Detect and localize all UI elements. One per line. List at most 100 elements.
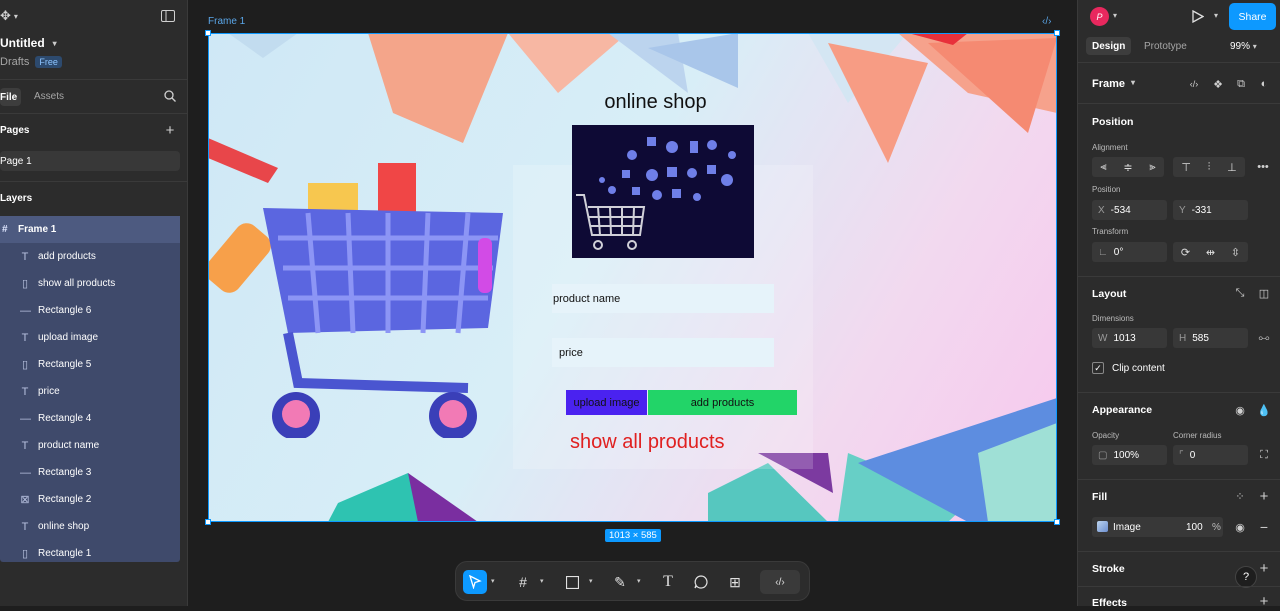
flip-vertical-icon[interactable]: ⇳ (1231, 246, 1240, 259)
project-name[interactable]: Drafts (0, 56, 29, 68)
collapse-icon[interactable]: ⤡ (1230, 283, 1250, 303)
present-play-icon[interactable] (1188, 6, 1208, 26)
resize-handle-bl[interactable] (205, 519, 211, 525)
component-icon[interactable]: ❖ (1208, 74, 1228, 94)
layer-item[interactable]: ▯ Rectangle 5 (0, 351, 180, 378)
page-item-page-1[interactable]: Page 1 (0, 151, 180, 171)
layer-label: Rectangle 4 (38, 413, 92, 424)
tab-prototype[interactable]: Prototype (1144, 41, 1187, 52)
toggle-sidebar-icon[interactable] (158, 6, 178, 26)
show-all-products-link[interactable]: show all products (570, 431, 725, 454)
search-icon[interactable] (160, 86, 180, 106)
layer-item[interactable]: ▯ show all products (0, 270, 180, 297)
actions-tool-icon[interactable]: ⊞ (723, 570, 747, 594)
opacity-field[interactable]: ▢ 100% (1092, 445, 1167, 465)
move-tool-icon[interactable] (463, 570, 487, 594)
add-stroke-icon[interactable]: + (1254, 558, 1274, 578)
product-name-input[interactable]: product name (552, 284, 774, 313)
align-bottom-icon[interactable]: ⊥ (1227, 161, 1237, 174)
h-value: 585 (1192, 332, 1209, 344)
add-fill-icon[interactable]: + (1254, 486, 1274, 506)
boolean-icon[interactable]: ⧉ (1231, 74, 1251, 94)
chevron-down-icon[interactable]: ▾ (589, 577, 593, 585)
styles-icon[interactable]: ⁘ (1230, 486, 1250, 506)
height-field[interactable]: H 585 (1173, 328, 1248, 348)
layer-item[interactable]: — Rectangle 4 (0, 405, 180, 432)
main-menu-button[interactable]: ✥ ▾ (0, 8, 18, 24)
frame-icon: # (2, 224, 8, 235)
layer-item[interactable]: — Rectangle 3 (0, 459, 180, 486)
layer-item[interactable]: Tupload image (0, 324, 180, 351)
frame-label[interactable]: Frame 1 (208, 16, 245, 27)
add-page-icon[interactable]: + (160, 120, 180, 140)
layer-item[interactable]: ⊠ Rectangle 2 (0, 486, 180, 513)
share-button[interactable]: Share (1229, 3, 1276, 30)
upload-image-button[interactable]: upload image (566, 390, 647, 415)
width-field[interactable]: W 1013 (1092, 328, 1167, 348)
independent-corners-icon[interactable]: ⛶ (1254, 445, 1274, 465)
code-icon[interactable]: ‹/› (1042, 16, 1051, 27)
clip-content-checkbox[interactable]: ✓ (1092, 362, 1104, 374)
align-top-icon[interactable]: ⊤ (1181, 161, 1191, 174)
rotation-field[interactable]: ∟ 0° (1092, 242, 1167, 262)
text-tool-icon[interactable]: T (656, 570, 680, 594)
corner-radius-field[interactable]: ⌜ 0 (1173, 445, 1248, 465)
layer-label: online shop (38, 521, 90, 532)
auto-layout-icon[interactable]: ◫ (1254, 283, 1274, 303)
layer-item[interactable]: ▯ Rectangle 1 (0, 540, 180, 567)
fill-row[interactable] (1092, 517, 1223, 537)
layer-item[interactable]: Tadd products (0, 243, 180, 270)
flip-horizontal-icon[interactable]: ⇹ (1206, 246, 1215, 259)
avatar[interactable]: P (1090, 7, 1109, 26)
align-center-h-icon[interactable]: ≑ (1123, 161, 1132, 174)
align-right-icon[interactable]: ⫸ (1149, 161, 1155, 174)
rectangle-tool-icon[interactable] (560, 570, 584, 594)
mask-icon[interactable]: ◐ (1254, 74, 1274, 94)
chevron-down-icon[interactable]: ▾ (1113, 11, 1117, 20)
h-key: H (1179, 332, 1187, 344)
frame-tool-icon[interactable]: # (511, 570, 535, 594)
fill-opacity[interactable]: 100 (1186, 522, 1203, 533)
design-frame[interactable]: online shop product name price upload im… (208, 33, 1057, 522)
price-input[interactable]: price (552, 338, 774, 367)
file-name[interactable]: Untitled ▾ (0, 36, 57, 50)
chevron-down-icon[interactable]: ▾ (637, 577, 641, 585)
eye-icon[interactable]: ◉ (1230, 517, 1250, 537)
comment-tool-icon[interactable] (689, 570, 713, 594)
align-left-icon[interactable]: ⫷ (1100, 161, 1106, 174)
chevron-down-icon[interactable]: ▾ (1214, 11, 1218, 20)
y-field[interactable]: Y -331 (1173, 200, 1248, 220)
help-button[interactable]: ? (1235, 566, 1257, 588)
add-effect-icon[interactable]: + (1254, 591, 1274, 611)
vertical-align-group: ⊤ ⫶ ⊥ (1173, 157, 1245, 177)
blend-mode-icon[interactable]: 💧 (1254, 400, 1274, 420)
canvas[interactable]: Frame 1 ‹/› online shop product name pri… (188, 0, 1077, 606)
layer-item[interactable]: Tonline shop (0, 513, 180, 540)
remove-fill-icon[interactable]: − (1254, 517, 1274, 537)
chevron-down-icon[interactable]: ▾ (491, 577, 495, 585)
dev-mode-toggle-icon[interactable]: ‹/› (760, 570, 800, 594)
resize-handle-br[interactable] (1054, 519, 1060, 525)
tab-file[interactable]: File (0, 88, 22, 106)
tab-design[interactable]: Design (1086, 37, 1132, 55)
layer-item[interactable]: Tproduct name (0, 432, 180, 459)
chevron-down-icon[interactable]: ▾ (540, 577, 544, 585)
zoom-level[interactable]: 99% ▾ (1230, 41, 1257, 52)
x-field[interactable]: X -534 (1092, 200, 1167, 220)
resize-handle-tl[interactable] (205, 30, 211, 36)
more-icon[interactable]: ••• (1253, 157, 1273, 177)
code-icon[interactable]: ‹/› (1184, 74, 1204, 94)
tab-assets[interactable]: Assets (34, 91, 64, 102)
rotate-icon[interactable]: ⟳ (1181, 246, 1190, 259)
layer-item[interactable]: — Rectangle 6 (0, 297, 180, 324)
image-fill-swatch-icon[interactable] (1097, 521, 1108, 532)
constrain-proportions-icon[interactable]: ⧟ (1254, 328, 1274, 348)
align-middle-icon[interactable]: ⫶ (1208, 161, 1211, 174)
add-products-button[interactable]: add products (648, 390, 797, 415)
layer-item[interactable]: Tprice (0, 378, 180, 405)
eye-icon[interactable]: ◉ (1230, 400, 1250, 420)
layer-frame-1[interactable]: # Frame 1 (0, 216, 180, 243)
pen-tool-icon[interactable]: ✎ (608, 570, 632, 594)
resize-handle-tr[interactable] (1054, 30, 1060, 36)
selection-type[interactable]: Frame ▾ (1092, 78, 1135, 90)
